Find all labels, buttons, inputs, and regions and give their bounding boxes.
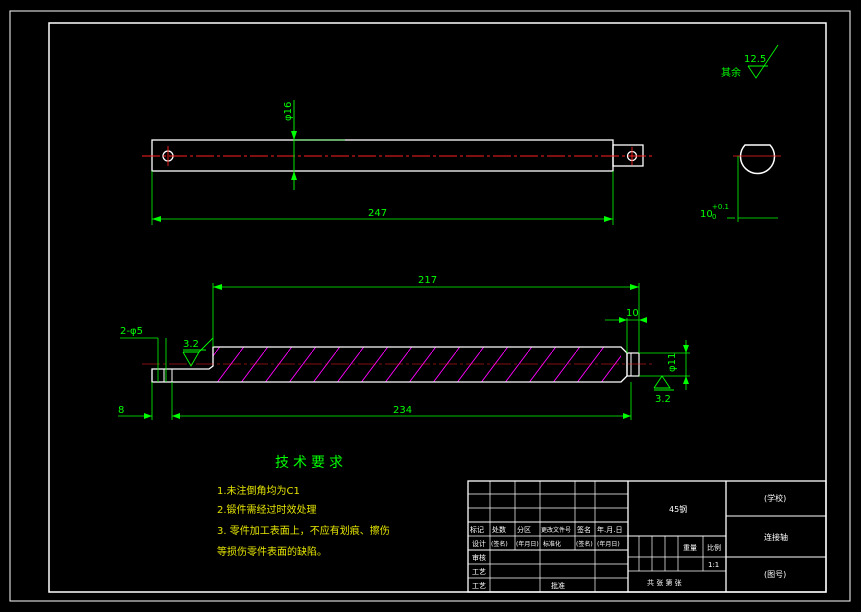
tech-requirements: 技术要求 1.未注倒角均为C1 2.锻件需经过时效处理 3. 零件加工表面上，不… bbox=[217, 455, 390, 558]
arrow bbox=[172, 413, 180, 419]
arrow bbox=[213, 284, 222, 290]
tech-item: 2.锻件需经过时效处理 bbox=[217, 503, 317, 516]
roughness-right-symbol bbox=[653, 375, 671, 389]
header-label: 标记 bbox=[470, 525, 484, 534]
arrow bbox=[683, 376, 689, 384]
section-outline bbox=[739, 144, 776, 175]
dim-234-label: 234 bbox=[393, 405, 412, 416]
roughness-left-value: 3.2 bbox=[183, 339, 199, 350]
shaft-tip-bottom bbox=[626, 352, 640, 377]
roughness-right-value: 3.2 bbox=[655, 394, 671, 405]
school-text: (学校) bbox=[764, 493, 786, 503]
scale-value: 1:1 bbox=[708, 561, 719, 569]
header-label: 年.月.日 bbox=[597, 525, 622, 534]
dim-8-label: 8 bbox=[118, 405, 124, 416]
scale-label: 比例 bbox=[707, 543, 721, 552]
inner-frame bbox=[48, 22, 827, 593]
process-label: 工艺 bbox=[472, 568, 486, 576]
section-tolerance-upper: +0.1 bbox=[712, 203, 729, 211]
tech-title: 技术要求 bbox=[275, 455, 347, 471]
material-text: 45钢 bbox=[669, 504, 687, 514]
top-view: φ16 247 bbox=[142, 100, 654, 225]
reviewer-label: 审核 bbox=[472, 553, 486, 562]
header-label: 处数 bbox=[492, 525, 506, 534]
bottom-view: 217 10 2-φ5 3.2 φ11 3.2 8 234 bbox=[118, 275, 690, 420]
tech-item: 1.未注倒角均为C1 bbox=[217, 484, 300, 497]
arrow bbox=[630, 284, 639, 290]
roughness-corner: 其余 12.5 bbox=[721, 44, 779, 79]
outer-frame bbox=[9, 10, 851, 602]
designer-cell: (年月日) bbox=[597, 540, 620, 548]
holes-label: 2-φ5 bbox=[120, 326, 143, 337]
arrow bbox=[604, 216, 613, 222]
arrow bbox=[291, 131, 297, 140]
arrow bbox=[291, 171, 297, 180]
shaft-outline bbox=[151, 139, 614, 172]
dim-217-label: 217 bbox=[418, 275, 437, 286]
roughness-label: 其余 bbox=[721, 66, 741, 79]
header-label: 更改文件号 bbox=[541, 526, 571, 534]
header-label: 分区 bbox=[517, 525, 531, 534]
hatch-fill bbox=[213, 347, 621, 382]
title-block-text: 45钢 (学校) 连接轴 (图号) 标记 处数 分区 更改文件号 签名 年.月.… bbox=[470, 493, 788, 590]
weight-label: 重量 bbox=[683, 544, 697, 552]
diameter-right-label: φ11 bbox=[667, 353, 678, 372]
tech-item: 等损伤零件表面的缺陷。 bbox=[217, 545, 327, 558]
arrow bbox=[144, 413, 152, 419]
arrow bbox=[152, 216, 161, 222]
length-label: 247 bbox=[368, 208, 387, 219]
section-tolerance-lower: 0 bbox=[712, 213, 716, 221]
designer-cell: (年月日) bbox=[516, 540, 539, 548]
roughness-value: 12.5 bbox=[744, 54, 766, 65]
arrow bbox=[683, 345, 689, 353]
dim-10-label: 10 bbox=[626, 308, 639, 319]
arrow bbox=[623, 413, 631, 419]
drawing-no-text: (图号) bbox=[764, 570, 786, 579]
cad-drawing: φ16 247 10 +0.1 0 其余 12.5 217 10 2-φ5 3.… bbox=[9, 10, 851, 602]
designer-cell: (签名) bbox=[491, 540, 508, 548]
section-view: 10 +0.1 0 bbox=[700, 144, 781, 222]
tech-item: 3. 零件加工表面上，不应有划痕、擦伤 bbox=[217, 524, 390, 537]
part-name-text: 连接轴 bbox=[764, 532, 788, 542]
arrow bbox=[639, 317, 647, 323]
diameter-label: φ16 bbox=[283, 102, 294, 121]
designer-cell: (签名) bbox=[576, 540, 593, 548]
approve-label: 批准 bbox=[551, 581, 565, 590]
header-label: 签名 bbox=[577, 525, 591, 534]
designer-cell: 设计 bbox=[472, 539, 486, 548]
sheet-text: 共 张 第 张 bbox=[647, 578, 682, 587]
section-tolerance-label: 10 bbox=[700, 209, 713, 220]
process-label: 工艺 bbox=[472, 582, 486, 590]
designer-cell: 标准化 bbox=[543, 540, 561, 548]
